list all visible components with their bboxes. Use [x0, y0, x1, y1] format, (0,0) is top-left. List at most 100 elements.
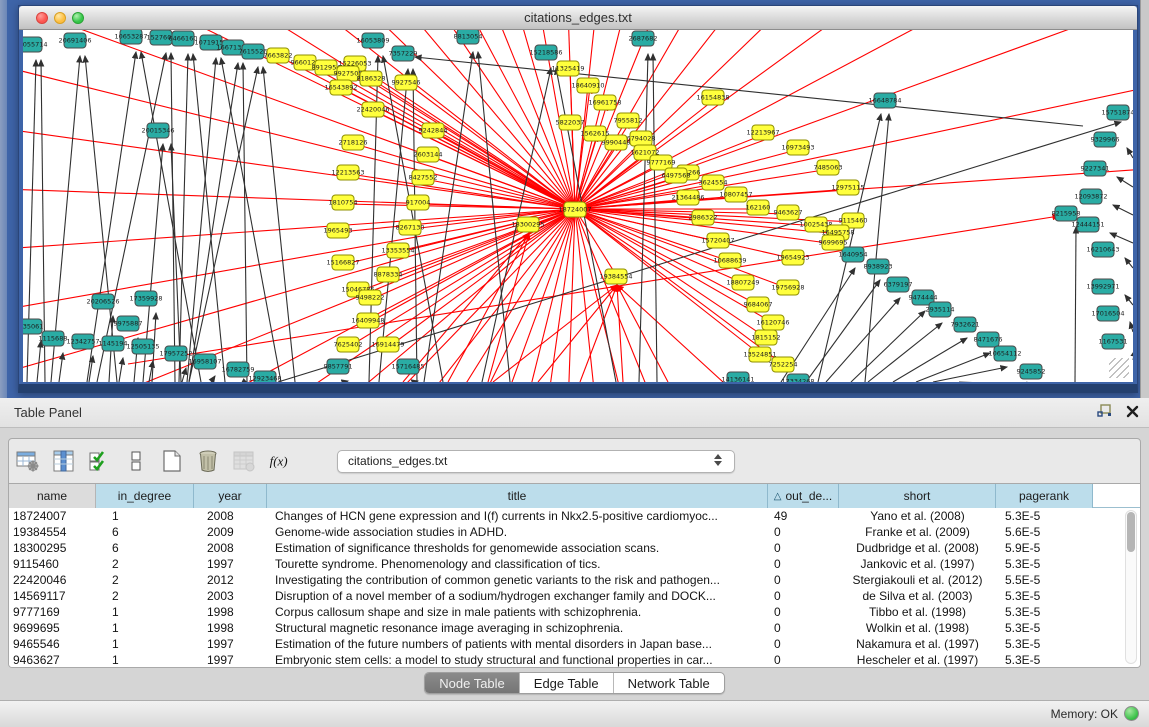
table-row[interactable]: 1456911722003Disruption of a novel membe…	[9, 588, 1140, 604]
table-row[interactable]: 946362711997Embryonic stem cells: a mode…	[9, 652, 1140, 668]
close-panel-icon[interactable]	[1126, 405, 1139, 423]
graph-node[interactable]: 1810754	[329, 195, 358, 210]
graph-node[interactable]: 17359928	[129, 291, 162, 306]
float-panel-icon[interactable]	[1097, 404, 1112, 423]
graph-node[interactable]: 16648784	[868, 93, 901, 108]
graph-edge[interactable]	[1127, 148, 1133, 158]
network-window-titlebar[interactable]: citations_edges.txt	[19, 6, 1137, 30]
graph-edge[interactable]	[211, 376, 215, 382]
memory-ok-icon[interactable]	[1124, 706, 1139, 721]
graph-node[interactable]: 15751874	[1101, 105, 1133, 120]
show-columns-icon[interactable]	[51, 448, 77, 474]
graph-node[interactable]: 14055714	[23, 37, 48, 52]
graph-node[interactable]: 15166827	[326, 255, 359, 270]
graph-node[interactable]: 1115688	[39, 331, 68, 346]
graph-edge[interactable]	[179, 54, 188, 382]
graph-node[interactable]: 3624554	[699, 175, 728, 190]
graph-edge[interactable]	[350, 75, 575, 209]
graph-node[interactable]: 2603144	[414, 147, 443, 162]
column-header-year[interactable]: year	[194, 484, 267, 508]
graph-node[interactable]: 2687682	[629, 31, 658, 46]
network-canvas[interactable]: 1405571420691406106532871527602646616010…	[23, 30, 1133, 382]
graph-edge[interactable]	[187, 58, 216, 382]
rows-icon[interactable]	[123, 448, 149, 474]
tab-node-table[interactable]: Node Table	[425, 673, 520, 693]
column-header-short[interactable]: short	[839, 484, 996, 508]
column-header-name[interactable]: name	[9, 484, 96, 508]
graph-node[interactable]: 15218586	[529, 45, 562, 60]
graph-node[interactable]: 9227341	[1081, 161, 1110, 176]
graph-edge[interactable]	[933, 367, 1007, 382]
graph-edge[interactable]	[344, 381, 348, 382]
graph-edge[interactable]	[1075, 227, 1076, 382]
graph-node[interactable]: 17334268	[781, 374, 814, 382]
graph-edge[interactable]	[1110, 233, 1133, 243]
tab-edge-table[interactable]: Edge Table	[520, 673, 614, 693]
graph-edge[interactable]	[523, 209, 575, 382]
network-view-window[interactable]: citations_edges.txt 14055714 20691406 1065…	[18, 5, 1138, 393]
graph-node[interactable]: 16053809	[356, 33, 389, 48]
table-row[interactable]: 1938455462009Genome-wide association stu…	[9, 524, 1140, 540]
graph-node[interactable]: 18640910	[571, 78, 604, 93]
graph-edge[interactable]	[37, 341, 41, 382]
graph-edge[interactable]	[538, 285, 617, 382]
delete-column-icon[interactable]	[195, 448, 221, 474]
new-table-icon[interactable]	[159, 448, 185, 474]
graph-node[interactable]: 20691406	[58, 33, 91, 48]
graph-node[interactable]: 9242844	[419, 123, 448, 138]
graph-node[interactable]: 8938923	[864, 259, 893, 274]
graph-edge[interactable]	[243, 63, 247, 382]
graph-node[interactable]: 10688639	[713, 253, 746, 268]
graph-node[interactable]: 9699695	[819, 235, 848, 250]
graph-edge[interactable]	[868, 323, 942, 382]
graph-edge[interactable]	[1130, 322, 1133, 332]
delete-table-icon[interactable]	[231, 448, 257, 474]
graph-node[interactable]: 10654112	[988, 346, 1021, 361]
graph-node[interactable]: 835061	[23, 319, 43, 334]
graph-node[interactable]: 8471676	[974, 332, 1003, 347]
graph-node[interactable]: 15720407	[701, 233, 734, 248]
graph-node[interactable]: 8186328	[357, 71, 386, 86]
function-builder-icon[interactable]: f(x)	[267, 448, 293, 474]
graph-edge[interactable]	[1117, 177, 1133, 187]
graph-node[interactable]: 7357229	[389, 46, 418, 61]
graph-node[interactable]: 21364486	[671, 190, 704, 205]
column-header-title[interactable]: title	[267, 484, 768, 508]
network-graph[interactable]: 1405571420691406106532871527602646616010…	[23, 30, 1133, 382]
graph-node[interactable]: 16120746	[756, 315, 789, 330]
graph-edge[interactable]	[375, 111, 575, 209]
graph-node[interactable]: 8813054	[454, 30, 483, 44]
graph-node[interactable]: 1145194	[99, 336, 128, 351]
graph-node[interactable]: 9329966	[1091, 132, 1120, 147]
scrollbar-thumb[interactable]	[1127, 512, 1135, 552]
graph-node[interactable]: 10807457	[719, 187, 752, 202]
graph-node[interactable]: 7932621	[951, 317, 980, 332]
graph-node[interactable]: 9245852	[1017, 364, 1046, 379]
graph-node[interactable]: 6497568	[662, 168, 691, 183]
graph-edge[interactable]	[193, 54, 225, 382]
graph-node[interactable]: 17016504	[1091, 306, 1124, 321]
graph-edge[interactable]	[415, 57, 1083, 126]
graph-node[interactable]: 162160	[746, 200, 771, 215]
graph-node[interactable]: 8878334	[374, 267, 403, 282]
table-row[interactable]: 911546021997Tourette syndrome. Phenomeno…	[9, 556, 1140, 572]
graph-node[interactable]: 9857791	[324, 359, 353, 374]
graph-node[interactable]: 1167531	[1099, 334, 1128, 349]
graph-node[interactable]: 10653287	[114, 30, 147, 44]
column-header-out-de-[interactable]: △out_de...	[768, 484, 839, 508]
graph-node[interactable]: 9463627	[774, 205, 803, 220]
graph-edge[interactable]	[865, 114, 889, 382]
graph-edge[interactable]	[851, 311, 925, 382]
graph-edge[interactable]	[653, 54, 657, 382]
graph-node[interactable]: 917004	[406, 195, 431, 210]
graph-edge[interactable]	[893, 338, 967, 382]
graph-node[interactable]: 6794028	[627, 131, 656, 146]
graph-node[interactable]: 9684067	[744, 297, 773, 312]
graph-edge[interactable]	[1113, 205, 1133, 215]
graph-node[interactable]: 7625402	[334, 337, 363, 352]
graph-node[interactable]: 5822037	[556, 115, 585, 130]
graph-edge[interactable]	[373, 80, 575, 209]
graph-node[interactable]: 2718126	[339, 135, 368, 150]
table-row[interactable]: 2242004622012Investigating the contribut…	[9, 572, 1140, 588]
graph-edge[interactable]	[806, 280, 880, 382]
